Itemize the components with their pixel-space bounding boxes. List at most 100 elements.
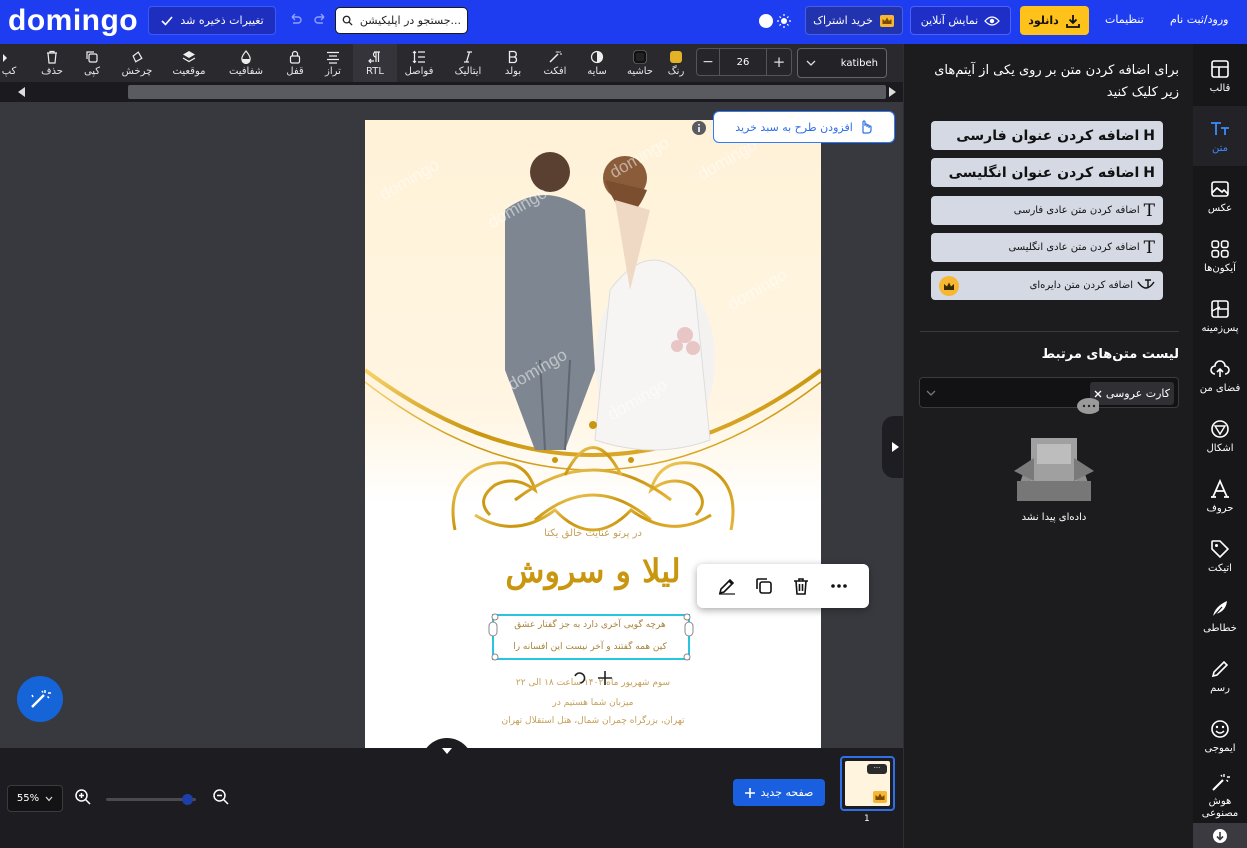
- scroll-thumb[interactable]: [128, 85, 886, 99]
- page-thumbnail[interactable]: ···: [840, 756, 895, 811]
- theme-toggle[interactable]: [757, 12, 793, 30]
- related-texts-title: لیست متن‌های مرتبط: [1041, 347, 1179, 362]
- trash-icon[interactable]: [791, 576, 811, 596]
- plus-icon: [744, 787, 755, 798]
- magic-wand-icon: [1212, 774, 1230, 791]
- undo-icon[interactable]: [287, 12, 303, 28]
- tool-shadow[interactable]: سایه: [575, 44, 619, 82]
- add-circular-text-button[interactable]: اضافه کردن متن دایره‌ای: [931, 271, 1163, 300]
- sidebar-item-photo[interactable]: عکس: [1193, 166, 1247, 226]
- canvas-area[interactable]: domingo domingo domingo domingo domingo …: [0, 102, 903, 748]
- sidebar-item-ai[interactable]: هوش مصنوعی: [1193, 766, 1247, 826]
- add-english-text-button[interactable]: T اضافه کردن متن عادی انگلیسی: [931, 233, 1163, 262]
- login-link[interactable]: ورود/ثبت نام: [1170, 13, 1228, 26]
- tool-spacing[interactable]: فواصل: [397, 44, 441, 82]
- tool-effect[interactable]: افکت: [533, 44, 577, 82]
- tool-position[interactable]: موقعیت: [167, 44, 211, 82]
- sidebar-item-text[interactable]: متن: [1193, 106, 1247, 166]
- thumbnail-menu-icon[interactable]: ···: [867, 764, 887, 774]
- ai-magic-button[interactable]: [17, 676, 63, 722]
- zoom-out-icon[interactable]: [212, 788, 230, 806]
- sidebar-label: خطاطی: [1203, 622, 1237, 634]
- tag-chip[interactable]: کارت عروسی: [1089, 382, 1174, 405]
- search-input[interactable]: جستجو در اپلیکیشن...: [335, 7, 468, 34]
- edit-icon[interactable]: [717, 576, 737, 596]
- font-size-value[interactable]: 26: [719, 48, 767, 76]
- tool-align[interactable]: تراز: [311, 44, 355, 82]
- add-persian-text-button[interactable]: T اضافه کردن متن عادی فارسی: [931, 196, 1163, 225]
- card-names[interactable]: لیلا و سروش: [465, 552, 721, 590]
- layers-icon: [182, 50, 196, 62]
- button-label: اضافه کردن عنوان فارسی: [956, 127, 1140, 144]
- save-status-button[interactable]: تغییرات ذخیره شد: [148, 6, 276, 35]
- horizontal-scrollbar[interactable]: [0, 82, 903, 102]
- border-swatch-icon: [633, 49, 647, 64]
- crown-icon: [939, 275, 959, 296]
- template-icon: [1211, 59, 1229, 78]
- card-address-line: تهران، بزرگراه چمران شمال، هتل استقلال ت…: [501, 716, 685, 726]
- sidebar-item-calligraphy[interactable]: خطاطی: [1193, 586, 1247, 646]
- sidebar-item-background[interactable]: پس‌زمینه: [1193, 286, 1247, 346]
- sidebar-scroll-down[interactable]: [1193, 823, 1247, 848]
- shadow-icon: [590, 50, 604, 63]
- divider: [920, 331, 1179, 332]
- magic-wand-icon: [549, 50, 562, 63]
- tool-italic[interactable]: ایتالیک: [446, 44, 490, 82]
- sidebar-item-shapes[interactable]: اشکال: [1193, 406, 1247, 466]
- bold-icon: [508, 50, 518, 63]
- add-english-title-button[interactable]: H اضافه کردن عنوان انگلیسی: [931, 158, 1163, 187]
- button-label: اضافه کردن متن دایره‌ای: [1029, 280, 1133, 291]
- settings-link[interactable]: تنظیمات: [1105, 13, 1144, 26]
- sidebar-item-icons[interactable]: آیکون‌ها: [1193, 226, 1247, 286]
- add-to-cart-button[interactable]: افزودن طرح به سبد خرید: [713, 111, 895, 143]
- redo-icon[interactable]: [313, 12, 329, 28]
- zoom-select[interactable]: 55%: [7, 785, 63, 812]
- info-icon[interactable]: [691, 120, 707, 136]
- tool-bold[interactable]: بولد: [491, 44, 535, 82]
- decrease-size-button[interactable]: −: [697, 54, 719, 70]
- panel-toggle[interactable]: [882, 416, 903, 478]
- font-name: katibeh: [840, 57, 878, 69]
- tool-delete[interactable]: حذف: [30, 44, 74, 82]
- smiley-icon: [1211, 719, 1229, 738]
- online-preview-button[interactable]: نمایش آنلاین: [910, 6, 1011, 35]
- card-invite-line: میزبان شما هستیم در: [552, 698, 634, 708]
- sidebar-item-template[interactable]: قالب: [1193, 46, 1247, 106]
- app-logo[interactable]: domingo: [8, 4, 138, 38]
- arrow-down-circle-icon: [1213, 829, 1227, 843]
- subscribe-button[interactable]: خرید اشتراک: [805, 6, 903, 35]
- duplicate-icon[interactable]: [754, 576, 774, 596]
- font-size-stepper[interactable]: − 26 +: [696, 48, 792, 76]
- sidebar-item-my-space[interactable]: فضای من: [1193, 346, 1247, 406]
- download-button[interactable]: دانلود: [1020, 6, 1089, 35]
- tool-rotate[interactable]: چرخش: [115, 44, 159, 82]
- card-poem-line[interactable]: کین همه گفتند و آخر نیست این افسانه را: [495, 642, 685, 652]
- cloud-upload-icon: [1210, 359, 1230, 377]
- tool-color[interactable]: رنگ: [654, 44, 698, 82]
- more-icon[interactable]: [829, 576, 849, 596]
- image-icon: [1211, 180, 1229, 197]
- sidebar-item-emoji[interactable]: ایموجی: [1193, 706, 1247, 766]
- sidebar-item-sticker[interactable]: اتیکت: [1193, 526, 1247, 586]
- search-icon: [342, 15, 353, 26]
- tool-opacity[interactable]: شفافیت: [224, 44, 268, 82]
- button-label: اضافه کردن متن عادی فارسی: [1013, 205, 1140, 216]
- magic-wand-icon: [31, 690, 51, 708]
- sidebar-item-fonts[interactable]: حروف: [1193, 466, 1247, 526]
- download-label: دانلود: [1028, 14, 1059, 27]
- tool-rtl[interactable]: RTL: [353, 44, 397, 82]
- card-poem-line[interactable]: هرچه گویی آخری دارد به جز گفتار عشق: [495, 620, 685, 630]
- zoom-slider-handle[interactable]: [182, 794, 193, 805]
- add-persian-title-button[interactable]: H اضافه کردن عنوان فارسی: [931, 121, 1163, 150]
- scroll-left-icon[interactable]: [18, 87, 26, 97]
- new-page-button[interactable]: صفحه جدید: [733, 779, 825, 806]
- sidebar-item-draw[interactable]: رسم: [1193, 646, 1247, 706]
- increase-size-button[interactable]: +: [767, 53, 791, 71]
- font-select[interactable]: katibeh: [797, 48, 887, 78]
- tool-label: تراز: [325, 65, 341, 77]
- tool-copy[interactable]: کپی: [70, 44, 114, 82]
- zoom-in-icon[interactable]: [74, 788, 92, 806]
- scroll-right-icon[interactable]: [888, 87, 896, 97]
- design-card[interactable]: domingo domingo domingo domingo domingo …: [365, 120, 821, 748]
- tool-copy-partial[interactable]: کپ: [0, 44, 24, 82]
